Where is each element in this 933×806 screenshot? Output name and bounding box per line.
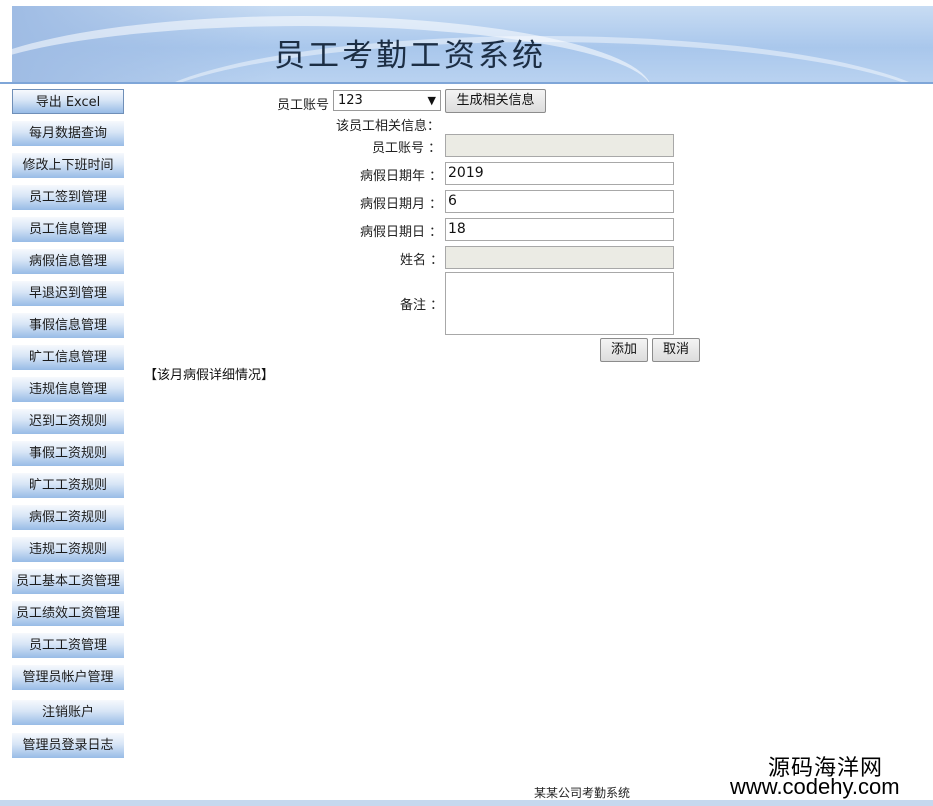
account-field-label: 员工账号 ：: [372, 141, 442, 156]
account-select-label: 员工账号: [277, 98, 330, 113]
name-field-label: 姓名 ：: [400, 253, 444, 268]
sidebar-item-checkin[interactable]: 员工签到管理: [12, 185, 124, 210]
generate-info-button[interactable]: 生成相关信息: [445, 89, 546, 113]
header-banner: 员工考勤工资系统: [12, 6, 933, 82]
cancel-button[interactable]: 取消: [652, 338, 700, 362]
note-field-label: 备注 ：: [400, 298, 444, 313]
sidebar-item-salary-management[interactable]: 员工工资管理: [12, 633, 124, 658]
year-field-label: 病假日期年 ：: [360, 169, 443, 184]
sidebar-item-admin-log[interactable]: 管理员登录日志: [12, 733, 124, 758]
chevron-down-icon: ▼: [427, 94, 436, 107]
sidebar-item-violations[interactable]: 违规信息管理: [12, 377, 124, 402]
sidebar-item-sick-salary-rules[interactable]: 病假工资规则: [12, 505, 124, 530]
app-title: 员工考勤工资系统: [274, 38, 546, 74]
sidebar-item-absence-salary-rules[interactable]: 旷工工资规则: [12, 473, 124, 498]
export-excel-button[interactable]: 导出 Excel: [12, 89, 124, 114]
sidebar-item-monthly-query[interactable]: 每月数据查询: [12, 121, 124, 146]
month-field-label: 病假日期月 ：: [360, 197, 443, 212]
account-select[interactable]: 123 ▼: [333, 90, 441, 111]
sidebar-item-absence[interactable]: 旷工信息管理: [12, 345, 124, 370]
note-textarea[interactable]: [445, 272, 674, 335]
sidebar-item-work-hours[interactable]: 修改上下班时间: [12, 153, 124, 178]
sidebar-item-violation-salary-rules[interactable]: 违规工资规则: [12, 537, 124, 562]
sidebar-item-logout[interactable]: 注销账户: [12, 700, 124, 725]
month-field[interactable]: 6: [445, 190, 674, 213]
account-field[interactable]: [445, 134, 674, 157]
sick-leave-detail-heading: 【该月病假详细情况】: [144, 368, 275, 383]
sidebar-item-late-early[interactable]: 早退迟到管理: [12, 281, 124, 306]
day-field-label: 病假日期日 ：: [360, 225, 443, 240]
footer-text: 某某公司考勤系统: [534, 786, 631, 800]
sidebar-item-sick-leave[interactable]: 病假信息管理: [12, 249, 124, 274]
name-field[interactable]: [445, 246, 674, 269]
day-field[interactable]: 18: [445, 218, 674, 241]
header-divider: [0, 82, 933, 84]
year-field[interactable]: 2019: [445, 162, 674, 185]
watermark-url: www.codehy.com: [730, 774, 900, 799]
sidebar-item-admin-accounts[interactable]: 管理员帐户管理: [12, 665, 124, 690]
sidebar-item-leave-salary-rules[interactable]: 事假工资规则: [12, 441, 124, 466]
sidebar-item-performance-salary[interactable]: 员工绩效工资管理: [12, 601, 124, 626]
sidebar-item-base-salary[interactable]: 员工基本工资管理: [12, 569, 124, 594]
sidebar-item-employee-info[interactable]: 员工信息管理: [12, 217, 124, 242]
footer-bar: [0, 800, 933, 806]
sidebar-item-personal-leave[interactable]: 事假信息管理: [12, 313, 124, 338]
account-select-value: 123: [338, 93, 363, 108]
sidebar-item-late-salary-rules[interactable]: 迟到工资规则: [12, 409, 124, 434]
add-button[interactable]: 添加: [600, 338, 648, 362]
info-heading: 该员工相关信息：: [336, 119, 441, 134]
